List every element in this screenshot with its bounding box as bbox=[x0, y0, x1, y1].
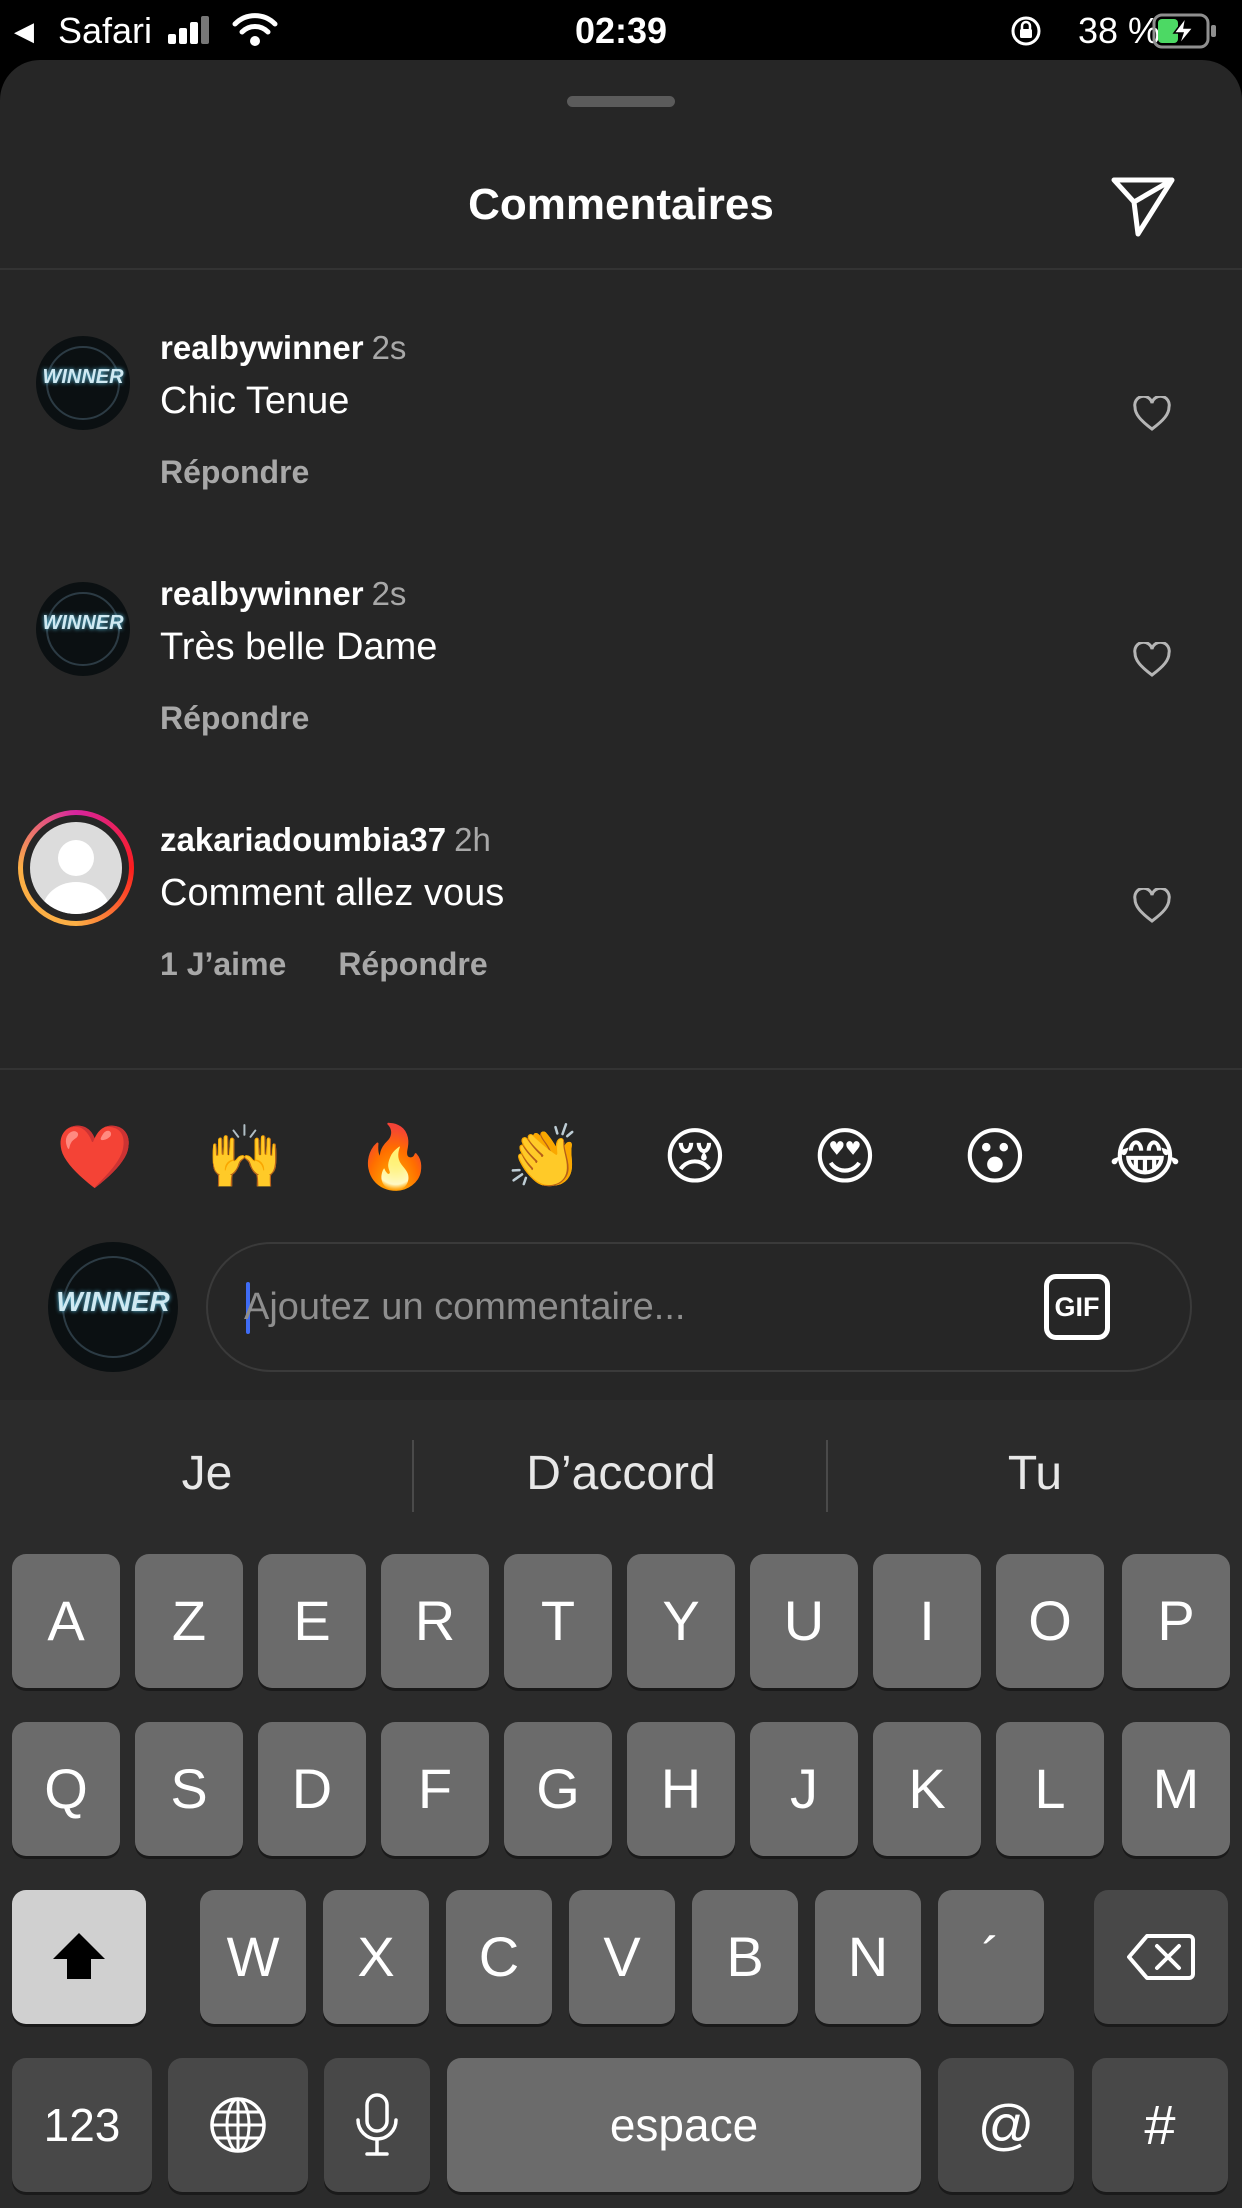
numbers-key[interactable]: 123 bbox=[12, 2058, 152, 2192]
key-u[interactable]: U bbox=[750, 1554, 858, 1688]
key-k[interactable]: K bbox=[873, 1722, 981, 1856]
comment-row: zakariadoumbia37 2h Comment allez vous 1 … bbox=[0, 784, 1242, 1030]
key-j[interactable]: J bbox=[750, 1722, 858, 1856]
comment-time: 2h bbox=[454, 821, 491, 858]
comment-time: 2s bbox=[371, 329, 407, 366]
emoji-heart-eyes-button[interactable]: 😍 bbox=[800, 1118, 890, 1198]
status-bar: ◀ Safari 02:39 38 % bbox=[0, 0, 1242, 62]
emoji-heart-button[interactable]: ❤️ bbox=[50, 1118, 140, 1198]
gif-button[interactable]: GIF bbox=[1044, 1274, 1110, 1340]
comment-username[interactable]: realbywinner bbox=[160, 575, 364, 612]
sheet-title: Commentaires bbox=[468, 180, 774, 229]
comment-text: Chic Tenue bbox=[160, 380, 350, 422]
emoji-raised-hands-button[interactable]: 🙌 bbox=[200, 1118, 290, 1198]
dictation-key[interactable] bbox=[324, 2058, 430, 2192]
story-ring-avatar[interactable] bbox=[18, 810, 134, 926]
key-c[interactable]: C bbox=[446, 1890, 552, 2024]
key-e[interactable]: E bbox=[258, 1554, 366, 1688]
emoji-clap-button[interactable]: 👏 bbox=[500, 1118, 590, 1198]
key-o[interactable]: O bbox=[996, 1554, 1104, 1688]
key-t[interactable]: T bbox=[504, 1554, 612, 1688]
key-p[interactable]: P bbox=[1122, 1554, 1230, 1688]
emoji-cry-button[interactable]: 😢 bbox=[650, 1118, 740, 1198]
key-q[interactable]: Q bbox=[12, 1722, 120, 1856]
emoji-laugh-button[interactable]: 😂 bbox=[1100, 1118, 1190, 1198]
suggestion-2[interactable]: D’accord bbox=[414, 1426, 828, 1522]
comment-row: WINNER realbywinner 2s Chic Tenue Répondr… bbox=[0, 292, 1242, 538]
avatar[interactable]: WINNER bbox=[36, 582, 130, 676]
key-m[interactable]: M bbox=[1122, 1722, 1230, 1856]
key-i[interactable]: I bbox=[873, 1554, 981, 1688]
emoji-fire-button[interactable]: 🔥 bbox=[350, 1118, 440, 1198]
battery-charging-icon bbox=[1152, 13, 1216, 49]
key-b[interactable]: B bbox=[692, 1890, 798, 2024]
key-h[interactable]: H bbox=[627, 1722, 735, 1856]
key-acute-accent[interactable]: ´ bbox=[938, 1890, 1044, 2024]
key-g[interactable]: G bbox=[504, 1722, 612, 1856]
comment-composer: WINNER Ajoutez un commentaire... GIF bbox=[0, 1238, 1242, 1400]
likes-count[interactable]: 1 J’aime bbox=[160, 946, 286, 982]
heart-icon[interactable] bbox=[1132, 642, 1172, 678]
battery-percent: 38 % bbox=[1078, 10, 1161, 51]
shift-key[interactable] bbox=[12, 1890, 146, 2024]
orientation-lock-icon bbox=[1011, 16, 1041, 46]
avatar[interactable]: WINNER bbox=[36, 336, 130, 430]
comment-row: WINNER realbywinner 2s Très belle Dame Ré… bbox=[0, 538, 1242, 784]
suggestion-3[interactable]: Tu bbox=[828, 1426, 1242, 1522]
comment-input[interactable]: Ajoutez un commentaire... GIF bbox=[206, 1242, 1192, 1372]
key-v[interactable]: V bbox=[569, 1890, 675, 2024]
at-key[interactable]: @ bbox=[938, 2058, 1074, 2192]
winner-logo: WINNER bbox=[42, 366, 124, 388]
winner-logo: WINNER bbox=[56, 1286, 170, 1317]
comment-text: Comment allez vous bbox=[160, 872, 505, 914]
hash-key[interactable]: # bbox=[1092, 2058, 1228, 2192]
key-z[interactable]: Z bbox=[135, 1554, 243, 1688]
default-avatar-icon bbox=[30, 822, 122, 914]
status-time: 02:39 bbox=[574, 10, 668, 51]
key-f[interactable]: F bbox=[381, 1722, 489, 1856]
key-x[interactable]: X bbox=[323, 1890, 429, 2024]
sheet-grabber[interactable] bbox=[567, 96, 675, 107]
key-y[interactable]: Y bbox=[627, 1554, 735, 1688]
backspace-icon bbox=[1127, 1934, 1195, 1980]
emoji-surprised-button[interactable]: 😮 bbox=[950, 1118, 1040, 1198]
reply-button[interactable]: Répondre bbox=[160, 454, 309, 490]
comment-text: Très belle Dame bbox=[160, 626, 438, 668]
keyboard: Je D’accord Tu A Z E R T Y U I O P Q S D… bbox=[0, 1400, 1242, 2208]
key-r[interactable]: R bbox=[381, 1554, 489, 1688]
winner-logo: WINNER bbox=[42, 612, 124, 634]
key-w[interactable]: W bbox=[200, 1890, 306, 2024]
header-divider bbox=[0, 268, 1242, 270]
heart-icon[interactable] bbox=[1132, 888, 1172, 924]
current-user-avatar: WINNER bbox=[48, 1242, 178, 1372]
globe-icon bbox=[210, 2097, 266, 2153]
space-key[interactable]: espace bbox=[447, 2058, 921, 2192]
suggestion-1[interactable]: Je bbox=[0, 1426, 414, 1522]
key-a[interactable]: A bbox=[12, 1554, 120, 1688]
emoji-quick-bar: ❤️ 🙌 🔥 👏 😢 😍 😮 😂 bbox=[0, 1068, 1242, 1238]
comment-time: 2s bbox=[371, 575, 407, 612]
reply-button[interactable]: Répondre bbox=[160, 700, 309, 736]
paper-plane-icon[interactable] bbox=[1108, 168, 1178, 238]
delete-key[interactable] bbox=[1094, 1890, 1228, 2024]
shift-arrow-icon bbox=[53, 1933, 105, 1979]
key-s[interactable]: S bbox=[135, 1722, 243, 1856]
key-n[interactable]: N bbox=[815, 1890, 921, 2024]
globe-key[interactable] bbox=[168, 2058, 308, 2192]
comment-placeholder: Ajoutez un commentaire... bbox=[244, 1286, 686, 1328]
microphone-icon bbox=[356, 2093, 398, 2156]
comment-username[interactable]: realbywinner bbox=[160, 329, 364, 366]
key-l[interactable]: L bbox=[996, 1722, 1104, 1856]
key-d[interactable]: D bbox=[258, 1722, 366, 1856]
heart-icon[interactable] bbox=[1132, 396, 1172, 432]
comment-username[interactable]: zakariadoumbia37 bbox=[160, 821, 446, 858]
reply-button[interactable]: Répondre bbox=[338, 946, 487, 982]
